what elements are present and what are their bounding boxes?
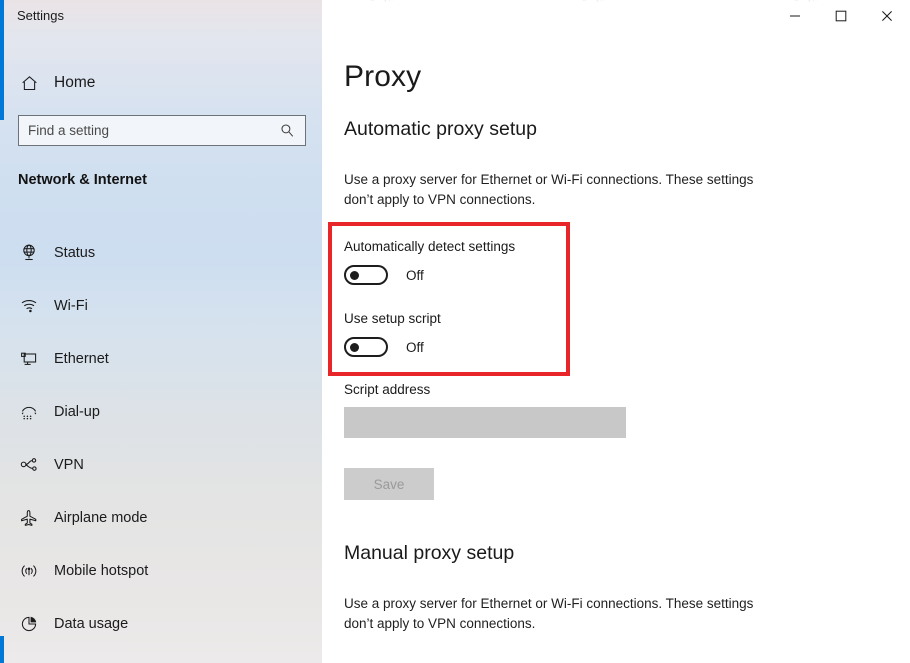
sidebar-section-header: Network & Internet <box>18 172 147 188</box>
sidebar-item-vpn-label: VPN <box>54 456 84 473</box>
sidebar-item-dialup[interactable]: Dial-up <box>0 385 322 438</box>
search-box[interactable] <box>18 115 306 146</box>
minimize-icon <box>790 15 800 17</box>
main-content: Proxy Automatic proxy setup Use a proxy … <box>322 32 910 663</box>
sidebar-item-data-usage-label: Data usage <box>54 615 129 632</box>
sidebar-item-data-usage[interactable]: Data usage <box>0 597 322 650</box>
wifi-icon <box>12 296 46 316</box>
automatic-proxy-setup-heading: Automatic proxy setup <box>344 118 537 140</box>
settings-window: Settings Home Network & Internet <box>0 0 910 663</box>
ethernet-icon <box>12 349 46 369</box>
sidebar-item-ethernet[interactable]: Ethernet <box>0 332 322 385</box>
sidebar-item-ethernet-label: Ethernet <box>54 350 109 367</box>
automatic-proxy-setup-description: Use a proxy server for Ethernet or Wi-Fi… <box>344 172 754 207</box>
sidebar-item-vpn[interactable]: VPN <box>0 438 322 491</box>
manual-proxy-setup-description: Use a proxy server for Ethernet or Wi-Fi… <box>344 596 754 631</box>
save-button[interactable]: Save <box>344 468 434 500</box>
sidebar-item-home[interactable]: Home <box>12 66 312 100</box>
toggle-knob <box>350 271 359 280</box>
manual-proxy-setup-heading: Manual proxy setup <box>344 542 515 564</box>
script-address-input[interactable] <box>344 407 626 438</box>
use-setup-script-row: Off <box>344 337 424 357</box>
close-button[interactable] <box>864 0 910 32</box>
auto-detect-settings-state: Off <box>406 267 424 283</box>
sidebar-item-status-label: Status <box>54 244 96 261</box>
use-setup-script-state: Off <box>406 339 424 355</box>
house-icon <box>12 74 46 93</box>
use-setup-script-label: Use setup script <box>344 311 441 326</box>
sidebar-item-mobile-hotspot[interactable]: Mobile hotspot <box>0 544 322 597</box>
title-bar <box>322 0 910 32</box>
maximize-button[interactable] <box>818 0 864 32</box>
sidebar-item-mobile-hotspot-label: Mobile hotspot <box>54 562 149 579</box>
accent-strip-top <box>0 0 4 120</box>
airplane-icon <box>12 508 46 528</box>
sidebar-nav-list: Status Wi-Fi Ethernet Dial-up VPN Airpla… <box>0 226 322 663</box>
auto-detect-settings-row: Off <box>344 265 424 285</box>
hotspot-icon <box>12 561 46 581</box>
sidebar: Settings Home Network & Internet <box>0 0 322 663</box>
maximize-icon <box>835 10 847 22</box>
toggle-knob <box>350 343 359 352</box>
globe-status-icon <box>12 243 46 263</box>
close-icon <box>882 11 892 21</box>
sidebar-item-airplane-mode[interactable]: Airplane mode <box>0 491 322 544</box>
vpn-icon <box>12 455 46 475</box>
script-address-label: Script address <box>344 382 431 397</box>
sidebar-item-airplane-mode-label: Airplane mode <box>54 509 148 526</box>
sidebar-item-dialup-label: Dial-up <box>54 403 100 420</box>
data-usage-icon <box>12 614 46 634</box>
search-icon <box>280 123 305 138</box>
sidebar-item-wifi[interactable]: Wi-Fi <box>0 279 322 332</box>
window-title: Settings <box>17 8 64 23</box>
auto-detect-settings-label: Automatically detect settings <box>344 239 516 254</box>
dialup-icon <box>12 402 46 422</box>
search-input[interactable] <box>19 116 280 145</box>
page-title: Proxy <box>344 60 422 93</box>
sidebar-item-wifi-label: Wi-Fi <box>54 297 88 314</box>
use-setup-script-toggle[interactable] <box>344 337 388 357</box>
sidebar-item-proxy[interactable]: Proxy <box>0 650 322 663</box>
sidebar-item-status[interactable]: Status <box>0 226 322 279</box>
minimize-button[interactable] <box>772 0 818 32</box>
sidebar-item-home-label: Home <box>54 74 96 91</box>
auto-detect-settings-toggle[interactable] <box>344 265 388 285</box>
